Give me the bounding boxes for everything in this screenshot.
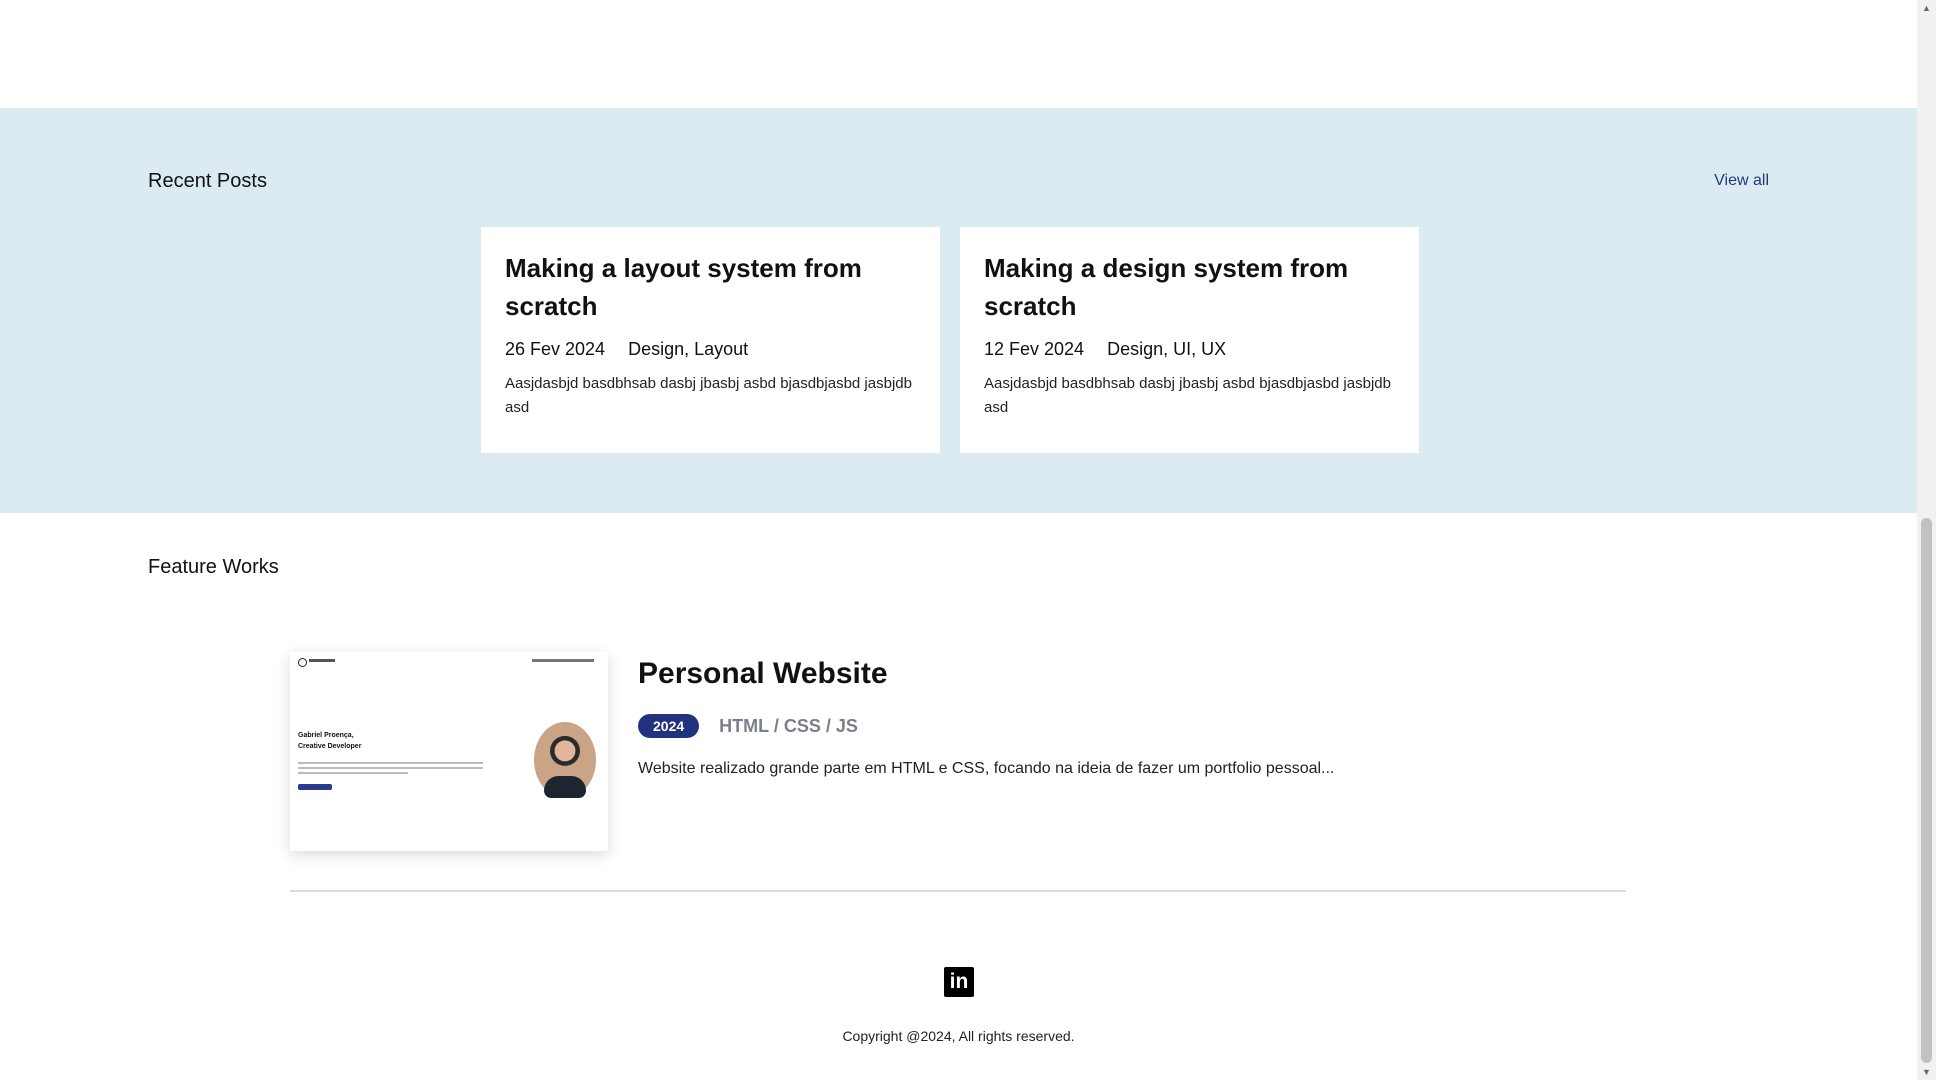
recent-posts-section: Recent Posts View all Making a layout sy… [0,108,1917,513]
post-excerpt: Aasjdasbjd basdbhsab dasbj jbasbj asbd b… [505,375,912,416]
work-item: Gabriel Proença, Creative Developer Pers… [290,652,1610,882]
thumbnail-heading-line2: Creative Developer [298,743,362,750]
post-excerpt: Aasjdasbjd basdbhsab dasbj jbasbj asbd b… [984,375,1391,416]
post-meta: 26 Fev 2024 Design, Layout [505,339,916,360]
scroll-down-arrow-icon[interactable]: ▼ [1922,1067,1931,1077]
thumbnail-brand-text [309,659,335,662]
work-tags: HTML / CSS / JS [719,715,858,736]
work-title[interactable]: Personal Website [638,652,1334,696]
post-date: 26 Fev 2024 [505,339,606,359]
post-title[interactable]: Making a layout system from scratch [505,249,916,325]
work-thumbnail[interactable]: Gabriel Proença, Creative Developer [290,652,608,851]
divider [290,890,1626,892]
work-meta: 2024 HTML / CSS / JS [638,714,1334,738]
thumbnail-portrait-shirt [544,776,586,798]
work-description: Website realizado grande parte em HTML e… [638,760,1335,777]
linkedin-icon[interactable]: in [944,967,974,997]
post-title[interactable]: Making a design system from scratch [984,249,1395,325]
vertical-scrollbar[interactable]: ▲ ▼ [1917,0,1936,1080]
thumbnail-text-line [298,772,408,774]
post-card[interactable]: Making a layout system from scratch 26 F… [481,227,940,453]
scrollbar-thumb[interactable] [1921,518,1932,1063]
thumbnail-text-line [298,767,483,769]
year-badge: 2024 [638,714,700,738]
post-meta: 12 Fev 2024 Design, UI, UX [984,339,1395,360]
thumbnail-heading: Gabriel Proença, Creative Developer [298,730,361,752]
feature-works-title: Feature Works [148,556,279,578]
page: Recent Posts View all Making a layout sy… [0,0,1917,1080]
post-card[interactable]: Making a design system from scratch 12 F… [960,227,1419,453]
thumbnail-button [298,784,332,790]
work-info: Personal Website 2024 HTML / CSS / JS We… [638,652,1334,778]
thumbnail-logo-icon [298,658,307,667]
scroll-up-arrow-icon[interactable]: ▲ [1922,3,1931,13]
copyright-text: Copyright @2024, All rights reserved. [842,1028,1075,1044]
thumbnail-text-line [298,762,483,764]
post-date: 12 Fev 2024 [984,339,1085,359]
thumbnail-heading-line1: Gabriel Proença, [298,732,354,739]
post-tags: Design, UI, UX [1107,339,1227,359]
recent-posts-title: Recent Posts [148,170,267,192]
view-all-link[interactable]: View all [1714,172,1769,190]
post-tags: Design, Layout [628,339,749,359]
thumbnail-nav [532,659,594,662]
